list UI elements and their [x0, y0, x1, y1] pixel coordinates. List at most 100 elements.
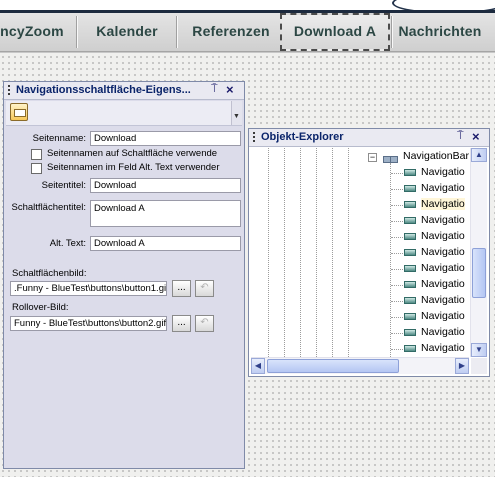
alt-text-input[interactable]: Download A	[90, 236, 241, 251]
tree-connector	[391, 253, 403, 254]
rollover-label: Rollover-Bild:	[12, 302, 69, 313]
nav-separator	[177, 16, 178, 48]
tree-node-child[interactable]: Navigatio	[251, 197, 469, 213]
tree-node-child[interactable]: Navigatio	[251, 181, 469, 197]
tree-connector	[391, 173, 403, 174]
scroll-corner	[471, 358, 487, 374]
tree-node-child[interactable]: Navigatio	[251, 229, 469, 245]
properties-titlebar[interactable]: Navigationsschaltfläche-Eigens... ⍑ ×	[4, 82, 244, 100]
tree-connector	[391, 333, 403, 334]
tree-connector	[391, 317, 403, 318]
tree-node-child[interactable]: Navigatio	[251, 261, 469, 277]
schaltflaechenbild-input[interactable]: .Funny - BlueTest\buttons\button1.gif	[10, 281, 167, 296]
tree-node-label: Navigatio	[421, 278, 465, 290]
toolbar-scroll[interactable]: ▼	[231, 101, 242, 125]
tree-node-label: Navigatio	[421, 182, 465, 194]
nav-button-icon	[404, 217, 416, 224]
tree-node-child[interactable]: Navigatio	[251, 245, 469, 261]
nav-button-nachrichten[interactable]: Nachrichten	[394, 13, 486, 51]
nav-button-icon	[404, 265, 416, 272]
divider	[0, 52, 495, 53]
schaltflaechentitel-input[interactable]: Download A	[90, 200, 241, 227]
tree-node-child[interactable]: Navigatio	[251, 293, 469, 309]
scroll-up-icon[interactable]: ▲	[471, 148, 487, 162]
check-seitenname-alt-text[interactable]	[31, 163, 42, 174]
check2-label: Seitennamen im Feld Alt. Text verwender	[47, 162, 220, 173]
tree-node-child[interactable]: Navigatio	[251, 325, 469, 341]
horizontal-scrollbar[interactable]: ◀ ▶	[251, 357, 469, 374]
close-icon[interactable]: ×	[226, 82, 234, 97]
pin-icon[interactable]: ⍑	[211, 83, 218, 96]
scroll-thumb[interactable]	[472, 248, 486, 298]
object-explorer-panel: Objekt-Explorer ⍑ × − NavigationBar Navi…	[248, 128, 490, 377]
tree-node-navigationbar[interactable]: − NavigationBar	[251, 149, 469, 165]
browse-button-image[interactable]: ...	[172, 280, 191, 297]
nav-button-icon	[404, 201, 416, 208]
tree-node-label: Navigatio	[421, 310, 465, 322]
tree-node-label: Navigatio	[421, 230, 465, 242]
nav-button-referenzen[interactable]: Referenzen	[184, 13, 278, 51]
nav-button-icon	[404, 345, 416, 352]
nav-button-icon	[404, 313, 416, 320]
pin-icon[interactable]: ⍑	[457, 130, 464, 143]
object-tree: − NavigationBar Navigatio Navigatio Navi…	[251, 148, 469, 357]
check-seitenname-schaltflaeche[interactable]	[31, 149, 42, 160]
scroll-left-icon[interactable]: ◀	[251, 358, 265, 374]
nav-button-icon	[404, 329, 416, 336]
collapse-icon[interactable]: −	[368, 153, 377, 162]
rollover-input[interactable]: Funny - BlueTest\buttons\button2.gif	[10, 316, 167, 331]
nav-separator	[77, 16, 78, 48]
nav-button-icon	[404, 249, 416, 256]
tree-connector	[391, 237, 403, 238]
scroll-down-icon: ▼	[233, 113, 240, 120]
tree-connector	[391, 349, 403, 350]
tree-node-label: Navigatio	[421, 326, 465, 338]
tree-connector	[391, 269, 403, 270]
reset-rollover-icon[interactable]: ↶	[195, 315, 214, 332]
alt-text-label: Alt. Text:	[49, 238, 86, 249]
tree-connector	[391, 205, 403, 206]
nav-button-download-a[interactable]: Download A	[280, 13, 390, 51]
schaltflaechenbild-label: Schaltflächenbild:	[12, 268, 87, 279]
tree-node-label: Navigatio	[421, 214, 465, 226]
tree-node-child[interactable]: Navigatio	[251, 213, 469, 229]
explorer-titlebar[interactable]: Objekt-Explorer ⍑ ×	[249, 129, 489, 147]
tree-node-label: Navigatio	[421, 342, 465, 354]
tree-node-label: Navigatio	[421, 294, 465, 306]
properties-panel: Navigationsschaltfläche-Eigens... ⍑ × ▼ …	[3, 81, 245, 469]
tree-node-child[interactable]: Navigatio	[251, 341, 469, 357]
scroll-down-icon[interactable]: ▼	[471, 343, 487, 357]
vertical-scrollbar[interactable]: ▲ ▼	[470, 148, 487, 357]
nav-button-kalender[interactable]: Kalender	[84, 13, 170, 51]
tree-node-label: Navigatio	[421, 166, 465, 178]
close-icon[interactable]: ×	[472, 129, 480, 144]
nav-button-icon	[404, 233, 416, 240]
navigation-bar: ncyZoom Kalender Referenzen Download A N…	[0, 13, 495, 52]
nav-button-icon	[404, 169, 416, 176]
seitentitel-input[interactable]: Download	[90, 178, 241, 193]
tree-node-child[interactable]: Navigatio	[251, 165, 469, 181]
grip-icon[interactable]	[253, 132, 255, 143]
tree-node-child[interactable]: Navigatio	[251, 277, 469, 293]
button-properties-icon[interactable]	[10, 103, 28, 121]
tree-node-label: Navigatio	[421, 198, 465, 210]
scroll-thumb[interactable]	[267, 359, 399, 373]
seitentitel-label: Seitentitel:	[41, 180, 86, 191]
nav-button-icon	[404, 185, 416, 192]
nav-button-ncyzoom[interactable]: ncyZoom	[0, 13, 68, 51]
tree-node-label: Navigatio	[421, 262, 465, 274]
seitenname-label: Seitenname:	[32, 133, 86, 144]
properties-toolbar: ▼	[6, 101, 242, 126]
seitenname-input[interactable]: Download	[90, 131, 241, 146]
grip-icon[interactable]	[8, 85, 10, 96]
navigation-bar-icon	[382, 150, 398, 163]
reset-image-icon[interactable]: ↶	[195, 280, 214, 297]
nav-separator	[392, 16, 393, 48]
tree-connector	[391, 221, 403, 222]
tree-node-child[interactable]: Navigatio	[251, 309, 469, 325]
nav-button-icon	[404, 281, 416, 288]
explorer-title: Objekt-Explorer	[261, 131, 344, 143]
browse-button-rollover[interactable]: ...	[172, 315, 191, 332]
scroll-right-icon[interactable]: ▶	[455, 358, 469, 374]
tree-connector	[391, 189, 403, 190]
